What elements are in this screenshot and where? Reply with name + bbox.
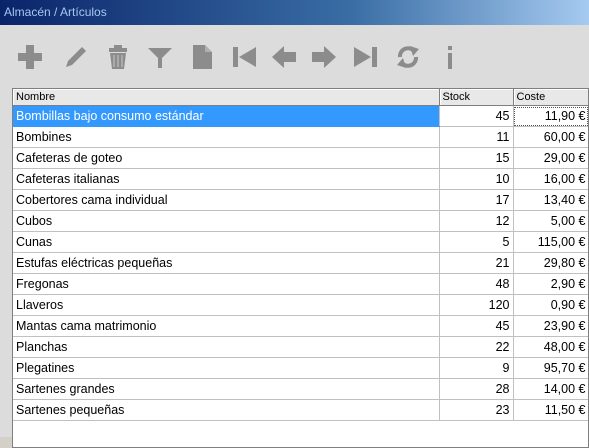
cell-stock[interactable]: 5 xyxy=(439,231,514,253)
cell-coste[interactable]: 0,90 € xyxy=(513,294,588,316)
table-header: Nombre Stock Coste xyxy=(13,89,588,106)
last-record-button[interactable] xyxy=(350,39,382,75)
next-record-button[interactable] xyxy=(308,39,340,75)
pencil-icon xyxy=(66,47,86,67)
column-header-stock[interactable]: Stock xyxy=(439,89,514,106)
table-row[interactable]: Plegatines 9 95,70 € xyxy=(13,357,588,379)
cell-coste[interactable]: 11,50 € xyxy=(513,399,588,421)
cell-nombre[interactable]: Llaveros xyxy=(13,294,440,316)
first-record-button[interactable] xyxy=(228,39,260,75)
plus-icon xyxy=(18,45,42,69)
table-row[interactable]: Cobertores cama individual 17 13,40 € xyxy=(13,189,588,211)
cell-coste[interactable]: 29,00 € xyxy=(513,147,588,169)
cell-nombre[interactable]: Sartenes grandes xyxy=(13,378,440,400)
cell-nombre[interactable]: Estufas eléctricas pequeñas xyxy=(13,252,440,274)
cell-stock[interactable]: 15 xyxy=(439,147,514,169)
cell-stock[interactable]: 48 xyxy=(439,273,514,295)
column-header-coste[interactable]: Coste xyxy=(513,89,588,106)
window-body: Nombre Stock Coste Bombillas bajo consum… xyxy=(0,25,589,448)
table-row[interactable]: Planchas 22 48,00 € xyxy=(13,336,588,358)
table-row[interactable]: Estufas eléctricas pequeñas 21 29,80 € xyxy=(13,252,588,274)
cell-stock[interactable]: 11 xyxy=(439,126,514,148)
cell-coste[interactable]: 16,00 € xyxy=(513,168,588,190)
filter-icon xyxy=(148,48,172,68)
info-button[interactable] xyxy=(434,39,466,75)
table-row[interactable]: Mantas cama matrimonio 45 23,90 € xyxy=(13,315,588,337)
cell-nombre[interactable]: Fregonas xyxy=(13,273,440,295)
trash-icon xyxy=(109,45,127,69)
window-title: Almacén / Artículos xyxy=(4,5,107,19)
cell-stock[interactable]: 9 xyxy=(439,357,514,379)
refresh-icon xyxy=(397,46,419,68)
cell-nombre[interactable]: Planchas xyxy=(13,336,440,358)
delete-button[interactable] xyxy=(102,39,134,75)
first-record-icon xyxy=(233,47,256,67)
cell-stock[interactable]: 21 xyxy=(439,252,514,274)
cell-coste[interactable]: 5,00 € xyxy=(513,210,588,232)
cell-coste[interactable]: 14,00 € xyxy=(513,378,588,400)
table-row[interactable]: Bombillas bajo consumo estándar 45 11,90 € xyxy=(13,105,588,127)
cell-stock[interactable]: 45 xyxy=(439,315,514,337)
cell-nombre[interactable]: Mantas cama matrimonio xyxy=(13,315,440,337)
articles-table: Nombre Stock Coste Bombillas bajo consum… xyxy=(13,89,588,421)
document-icon xyxy=(193,45,212,69)
cell-nombre[interactable]: Bombines xyxy=(13,126,440,148)
next-record-icon xyxy=(312,46,336,68)
table-row[interactable]: Sartenes pequeñas 23 11,50 € xyxy=(13,399,588,421)
cell-coste[interactable]: 115,00 € xyxy=(513,231,588,253)
table-row[interactable]: Cubos 12 5,00 € xyxy=(13,210,588,232)
previous-record-button[interactable] xyxy=(268,39,300,75)
info-icon xyxy=(448,46,452,69)
cell-coste[interactable]: 29,80 € xyxy=(513,252,588,274)
cell-nombre[interactable]: Cubos xyxy=(13,210,440,232)
table-row[interactable]: Bombines 11 60,00 € xyxy=(13,126,588,148)
cell-nombre[interactable]: Bombillas bajo consumo estándar xyxy=(13,105,440,127)
cell-coste[interactable]: 2,90 € xyxy=(513,273,588,295)
previous-record-icon xyxy=(272,46,296,68)
cell-stock[interactable]: 23 xyxy=(439,399,514,421)
report-button[interactable] xyxy=(186,39,218,75)
cell-nombre[interactable]: Cafeteras de goteo xyxy=(13,147,440,169)
cell-stock[interactable]: 12 xyxy=(439,210,514,232)
cell-stock[interactable]: 28 xyxy=(439,378,514,400)
refresh-button[interactable] xyxy=(392,39,424,75)
cell-coste[interactable]: 11,90 € xyxy=(513,105,588,127)
filter-button[interactable] xyxy=(144,39,176,75)
cell-nombre[interactable]: Sartenes pequeñas xyxy=(13,399,440,421)
cell-stock[interactable]: 17 xyxy=(439,189,514,211)
cell-stock[interactable]: 22 xyxy=(439,336,514,358)
window-title-bar[interactable]: Almacén / Artículos xyxy=(0,0,589,25)
cell-stock[interactable]: 120 xyxy=(439,294,514,316)
cell-nombre[interactable]: Plegatines xyxy=(13,357,440,379)
table-row[interactable]: Cafeteras de goteo 15 29,00 € xyxy=(13,147,588,169)
add-button[interactable] xyxy=(14,39,46,75)
edit-button[interactable] xyxy=(58,39,90,75)
cell-nombre[interactable]: Cunas xyxy=(13,231,440,253)
cell-coste[interactable]: 60,00 € xyxy=(513,126,588,148)
table-row[interactable]: Sartenes grandes 28 14,00 € xyxy=(13,378,588,400)
column-header-nombre[interactable]: Nombre xyxy=(13,89,440,106)
table-row[interactable]: Fregonas 48 2,90 € xyxy=(13,273,588,295)
cell-nombre[interactable]: Cobertores cama individual xyxy=(13,189,440,211)
last-record-icon xyxy=(354,47,377,67)
cell-stock[interactable]: 10 xyxy=(439,168,514,190)
cell-nombre[interactable]: Cafeteras italianas xyxy=(13,168,440,190)
cell-coste[interactable]: 48,00 € xyxy=(513,336,588,358)
cell-coste[interactable]: 23,90 € xyxy=(513,315,588,337)
table-row[interactable]: Cafeteras italianas 10 16,00 € xyxy=(13,168,588,190)
cell-coste[interactable]: 95,70 € xyxy=(513,357,588,379)
table-row[interactable]: Cunas 5 115,00 € xyxy=(13,231,588,253)
cell-stock[interactable]: 45 xyxy=(439,105,514,127)
articles-grid[interactable]: Nombre Stock Coste Bombillas bajo consum… xyxy=(12,88,589,448)
table-row[interactable]: Llaveros 120 0,90 € xyxy=(13,294,588,316)
cell-coste[interactable]: 13,40 € xyxy=(513,189,588,211)
